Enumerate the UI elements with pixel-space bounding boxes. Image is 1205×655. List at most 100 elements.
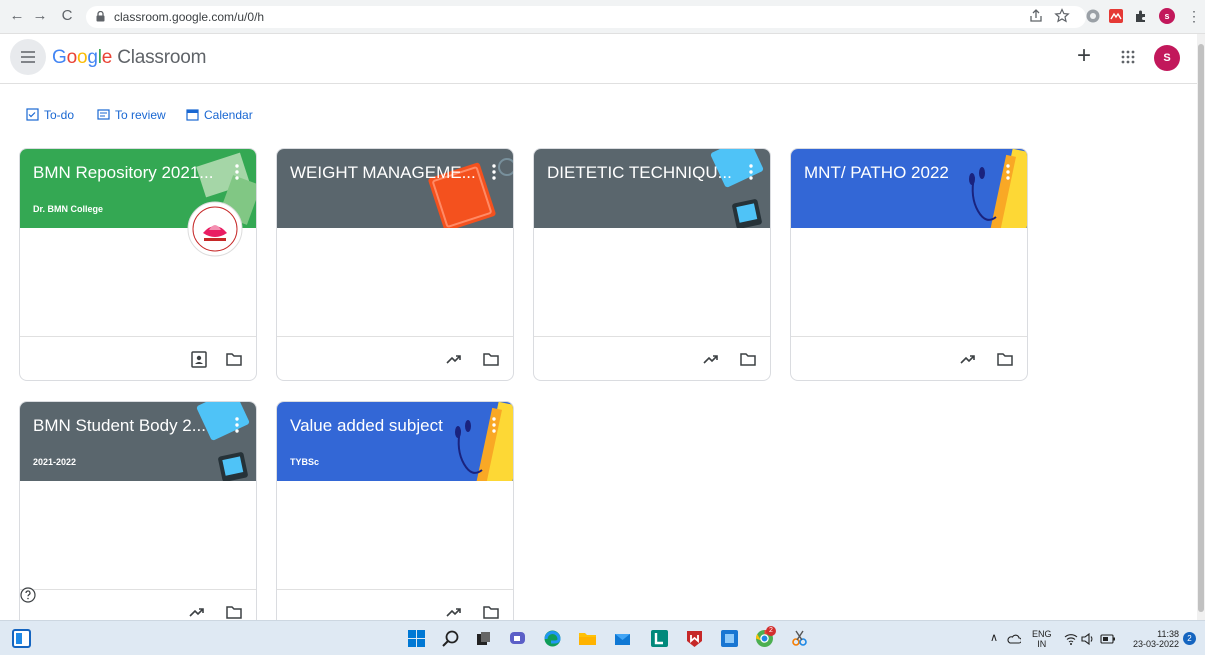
more-vert-icon[interactable] <box>744 161 758 183</box>
folder-icon[interactable] <box>996 350 1014 368</box>
folder-icon[interactable] <box>225 350 243 368</box>
trending-icon[interactable] <box>702 350 720 368</box>
card-header[interactable]: DIETETIC TECHNIQU... <box>534 149 770 228</box>
date-text: 23-03-2022 <box>1132 639 1179 649</box>
chevron-up-icon[interactable]: ∧ <box>990 633 998 644</box>
edge-icon[interactable] <box>543 629 562 648</box>
more-vert-icon[interactable] <box>487 414 501 436</box>
class-title[interactable]: BMN Repository 2021... <box>33 163 223 183</box>
card-header[interactable]: BMN Student Body 2... 2021-2022 <box>20 402 256 481</box>
class-card[interactable]: BMN Student Body 2... 2021-2022 <box>19 401 257 634</box>
snipping-tool-icon[interactable] <box>790 629 809 648</box>
google-letter: g <box>87 47 98 68</box>
back-icon[interactable]: ← <box>8 7 26 25</box>
windows-start-icon[interactable] <box>407 629 426 648</box>
review-icon <box>97 109 110 120</box>
extension-icon[interactable] <box>1108 8 1124 24</box>
google-classroom-logo[interactable]: Google Classroom <box>52 47 206 69</box>
folder-icon[interactable] <box>482 350 500 368</box>
extension-icon[interactable] <box>1085 8 1101 24</box>
page-scrollbar[interactable] <box>1197 34 1205 620</box>
card-header[interactable]: Value added subject TYBSc <box>277 402 513 481</box>
mcafee-icon[interactable] <box>685 629 704 648</box>
trending-icon[interactable] <box>445 350 463 368</box>
time-text: 11:38 <box>1157 629 1179 639</box>
trending-icon[interactable] <box>445 603 463 621</box>
todo-icon <box>26 108 39 121</box>
language-indicator[interactable]: ENG IN <box>1032 629 1052 649</box>
header-illustration <box>710 149 764 228</box>
trending-icon[interactable] <box>959 350 977 368</box>
to-review-link[interactable]: To review <box>97 108 166 122</box>
to-review-label: To review <box>115 108 166 122</box>
chrome-taskbar-button[interactable]: 2 <box>755 626 779 650</box>
clock[interactable]: 11:38 23-03-2022 <box>1125 629 1179 649</box>
classroom-wordmark: Classroom <box>117 47 207 68</box>
class-title[interactable]: DIETETIC TECHNIQU... <box>547 163 737 183</box>
more-vert-icon[interactable] <box>1001 161 1015 183</box>
profile-avatar[interactable]: s <box>1159 8 1175 24</box>
more-vert-icon[interactable] <box>230 161 244 183</box>
class-card[interactable]: BMN Repository 2021... Dr. BMN College <box>19 148 257 381</box>
class-title[interactable]: BMN Student Body 2... <box>33 416 223 436</box>
google-letter: o <box>66 47 78 68</box>
class-title[interactable]: MNT/ PATHO 2022 <box>804 163 994 183</box>
onedrive-icon[interactable] <box>1007 634 1021 644</box>
wifi-icon[interactable] <box>1064 633 1078 645</box>
class-card[interactable]: WEIGHT MANAGEME... <box>276 148 514 381</box>
url-text: classroom.google.com/u/0/h <box>114 10 265 24</box>
class-title[interactable]: Value added subject <box>290 416 480 436</box>
address-bar[interactable]: classroom.google.com/u/0/h <box>86 6 1086 28</box>
header-illustration <box>196 402 250 481</box>
folder-icon[interactable] <box>739 350 757 368</box>
account-avatar[interactable]: S <box>1154 45 1180 71</box>
google-letter: e <box>101 47 113 68</box>
search-icon[interactable] <box>441 629 460 648</box>
file-explorer-icon[interactable] <box>578 629 597 648</box>
calendar-icon <box>186 109 199 121</box>
todo-link[interactable]: To-do <box>26 108 74 122</box>
class-title[interactable]: WEIGHT MANAGEME... <box>290 163 480 183</box>
folder-icon[interactable] <box>225 603 243 621</box>
battery-icon[interactable] <box>1100 634 1116 644</box>
help-icon[interactable] <box>20 587 36 603</box>
trending-icon[interactable] <box>188 603 206 621</box>
class-card[interactable]: DIETETIC TECHNIQU... <box>533 148 771 381</box>
college-emblem[interactable] <box>187 199 243 259</box>
forward-icon[interactable]: → <box>31 7 49 25</box>
scrollbar-thumb[interactable] <box>1198 44 1204 612</box>
notification-badge[interactable]: 2 <box>1183 632 1196 645</box>
calendar-label: Calendar <box>204 108 253 122</box>
google-apps-icon[interactable] <box>1120 49 1136 65</box>
app-l-icon[interactable] <box>650 629 669 648</box>
todo-label: To-do <box>44 108 75 122</box>
share-icon[interactable] <box>1028 8 1044 24</box>
card-header[interactable]: WEIGHT MANAGEME... <box>277 149 513 228</box>
card-footer <box>277 336 513 380</box>
more-vert-icon[interactable]: ⋮ <box>1186 8 1202 24</box>
calendar-link[interactable]: Calendar <box>186 108 253 122</box>
task-view-icon[interactable] <box>474 629 493 648</box>
create-join-button[interactable]: + <box>1077 43 1091 69</box>
card-footer <box>20 336 256 380</box>
more-vert-icon[interactable] <box>487 161 501 183</box>
store-icon[interactable] <box>720 629 739 648</box>
google-letter: G <box>52 47 67 68</box>
bookmark-star-icon[interactable] <box>1054 8 1070 24</box>
header-illustration <box>455 402 513 481</box>
mail-icon[interactable] <box>613 629 632 648</box>
class-card[interactable]: Value added subject TYBSc <box>276 401 514 634</box>
folder-icon[interactable] <box>482 603 500 621</box>
more-vert-icon[interactable] <box>230 414 244 436</box>
class-section: Dr. BMN College <box>33 204 104 214</box>
assignment-ind-icon[interactable] <box>190 350 208 368</box>
puzzle-icon[interactable] <box>1133 8 1149 24</box>
widgets-icon[interactable] <box>12 629 31 648</box>
card-header[interactable]: MNT/ PATHO 2022 <box>791 149 1027 228</box>
chat-icon[interactable] <box>508 629 527 648</box>
class-card[interactable]: MNT/ PATHO 2022 <box>790 148 1028 381</box>
main-menu-button[interactable] <box>10 39 46 75</box>
volume-icon[interactable] <box>1081 633 1095 645</box>
class-section: TYBSc <box>290 457 320 467</box>
reload-icon[interactable]: C <box>58 7 76 25</box>
